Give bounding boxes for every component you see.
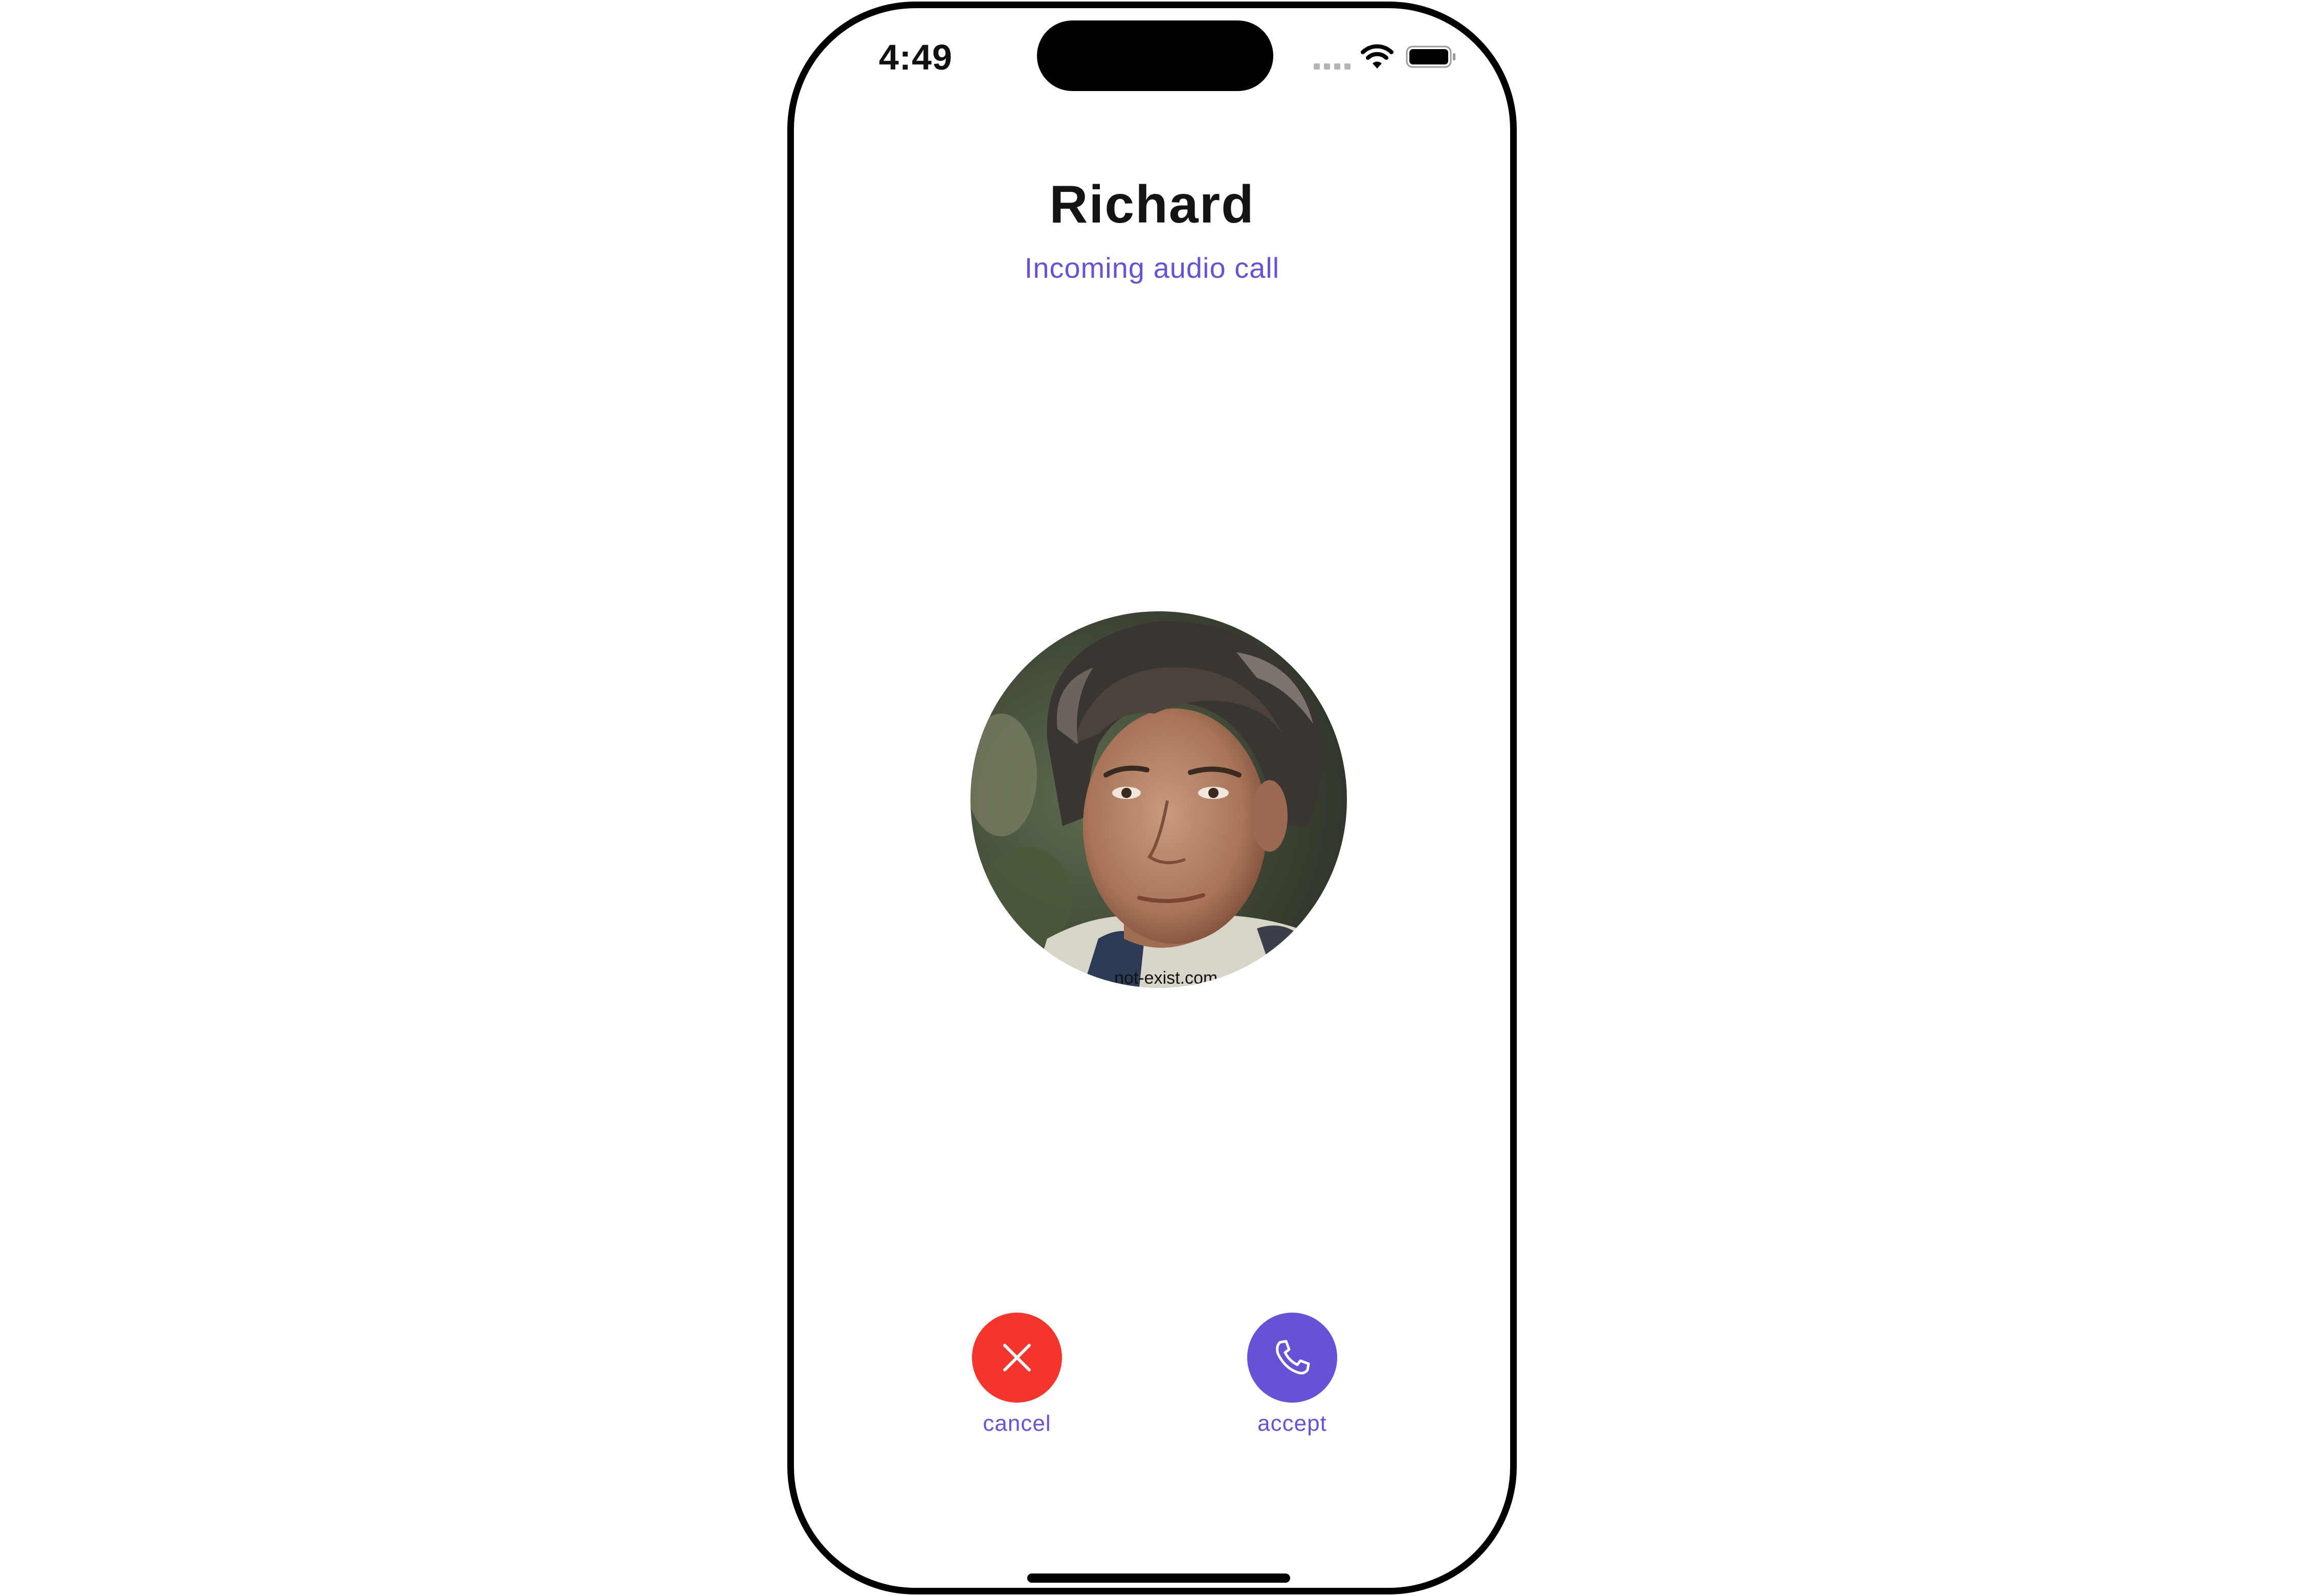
cancel-button[interactable] [972, 1313, 1062, 1403]
avatar-watermark: ...not-exist.com [1100, 968, 1218, 988]
cancel-action[interactable]: cancel [950, 1313, 1083, 1436]
caller-avatar-photo: ...not-exist.com [970, 611, 1347, 988]
accept-button[interactable] [1247, 1313, 1337, 1403]
caller-name: Richard [1049, 175, 1255, 234]
status-time: 4:49 [879, 37, 953, 77]
close-icon [1003, 1344, 1031, 1371]
wifi-icon [1361, 44, 1393, 69]
caller-avatar: ...not-exist.com [970, 611, 1347, 988]
screen-background: 4:49 Richard Incoming audio call ...not-… [0, 0, 2301, 1596]
call-status-text: Incoming audio call [1024, 252, 1280, 284]
cancel-label: cancel [983, 1411, 1051, 1436]
home-indicator[interactable] [1027, 1573, 1290, 1583]
accept-action[interactable]: accept [1226, 1313, 1359, 1436]
phone-icon [1276, 1340, 1310, 1375]
dynamic-island [1037, 20, 1273, 91]
accept-label: accept [1257, 1411, 1327, 1436]
cellular-signal-icon [1314, 61, 1351, 70]
battery-icon [1406, 46, 1455, 68]
phone-frame: 4:49 Richard Incoming audio call ...not-… [787, 2, 1517, 1594]
